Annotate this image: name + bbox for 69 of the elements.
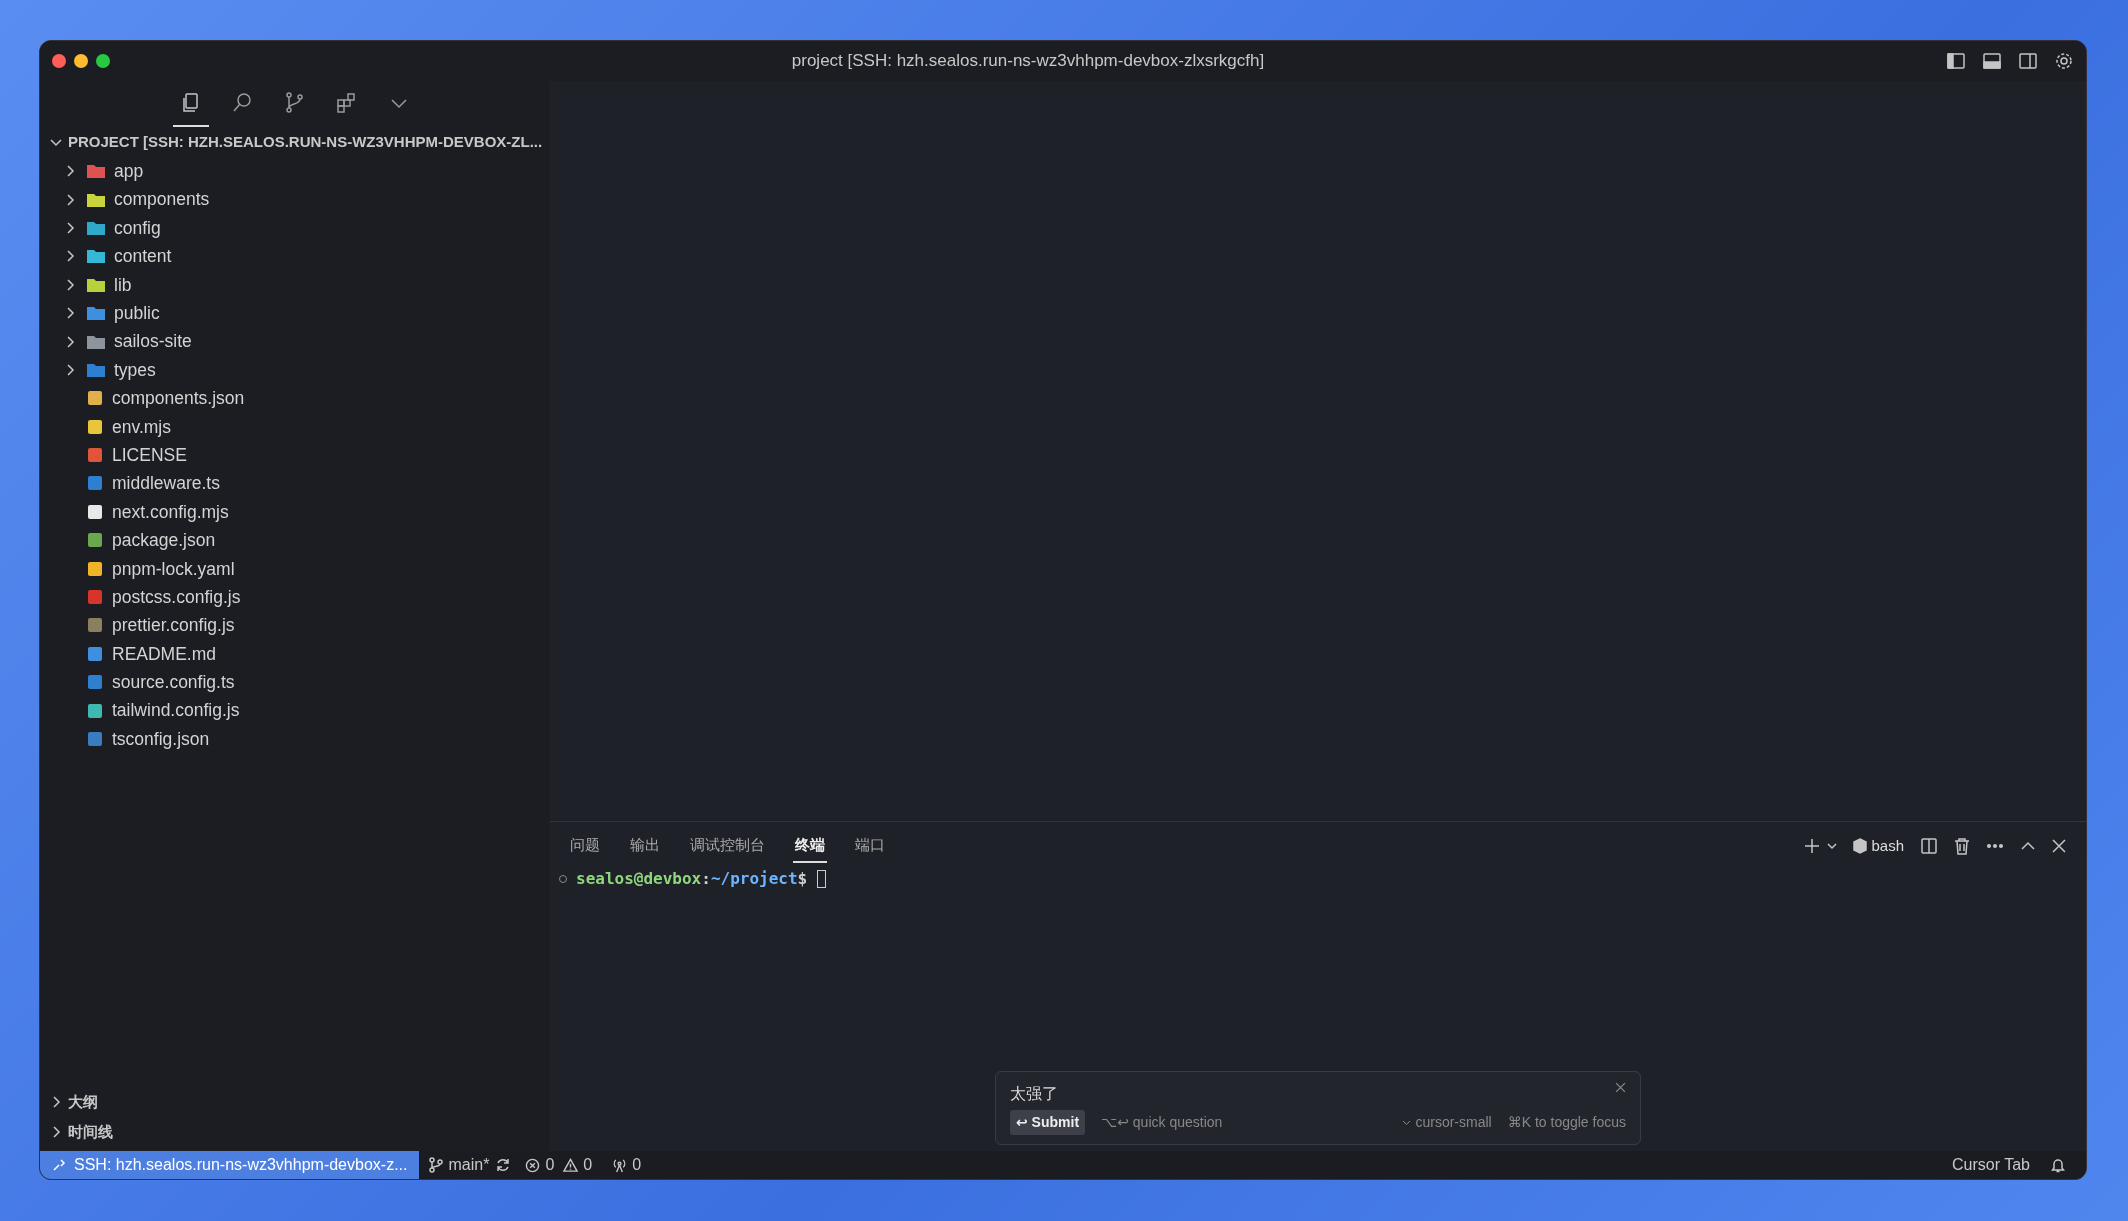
branch-icon — [429, 1157, 444, 1173]
tree-item[interactable]: middleware.ts — [40, 469, 550, 498]
tree-item[interactable]: tsconfig.json — [40, 724, 550, 754]
tree-item[interactable]: public — [40, 298, 550, 328]
chevron-down-icon[interactable] — [1402, 1119, 1412, 1126]
trash-icon[interactable] — [1954, 837, 1970, 856]
warning-icon — [563, 1157, 579, 1173]
tree-item[interactable]: lib — [40, 270, 550, 299]
tree-item[interactable]: source.config.ts — [40, 668, 550, 697]
terminal-prompt: sealos@devbox:~/project$ — [576, 867, 808, 890]
tree-item[interactable]: tailwind.config.js — [40, 696, 550, 725]
close-icon[interactable] — [2052, 839, 2066, 854]
window-title: project [SSH: hzh.sealos.run-ns-wz3vhhpm-devbox-zlxsrkgcfh] — [791, 51, 1265, 71]
zoom-window-button[interactable] — [96, 54, 110, 68]
outline-section-header[interactable]: 大纲 — [40, 1087, 550, 1117]
cursor-tab-status[interactable]: Cursor Tab — [1946, 1153, 2036, 1177]
tree-item[interactable]: types — [40, 355, 550, 385]
model-selector[interactable]: cursor-small — [1415, 1112, 1492, 1133]
plus-icon[interactable] — [1803, 837, 1822, 856]
panel-tab[interactable]: 问题 — [568, 830, 602, 863]
close-icon[interactable] — [1615, 1082, 1626, 1093]
tree-item[interactable]: env.mjs — [40, 412, 550, 441]
terminal-shell-icon — [1853, 838, 1868, 855]
prompt-input[interactable]: 太强了 — [1010, 1082, 1058, 1106]
toggle-focus-hint: ⌘K to toggle focus — [1507, 1113, 1626, 1132]
tree-item[interactable]: README.md — [40, 639, 550, 669]
close-window-button[interactable] — [52, 54, 66, 68]
error-icon — [525, 1157, 541, 1173]
panel-tab[interactable]: 调试控制台 — [688, 830, 767, 863]
tree-item[interactable]: components.json — [40, 384, 550, 413]
split-terminal-icon[interactable] — [1920, 837, 1938, 856]
ports-indicator[interactable]: 0 — [606, 1153, 648, 1177]
minimize-window-button[interactable] — [74, 54, 88, 68]
tree-item[interactable]: config — [40, 213, 550, 243]
tree-item[interactable]: sailos-site — [40, 327, 550, 356]
tree-item[interactable]: prettier.config.js — [40, 611, 550, 640]
terminal-cursor — [817, 869, 827, 888]
tree-item[interactable]: LICENSE — [40, 440, 550, 470]
submit-button[interactable]: ↩ Submit — [1010, 1110, 1086, 1135]
tree-item[interactable]: postcss.config.js — [40, 582, 550, 612]
tree-item[interactable]: package.json — [40, 526, 550, 555]
sync-icon[interactable] — [495, 1157, 512, 1173]
toggle-sidebar-icon[interactable] — [1946, 51, 1966, 71]
chevron-up-icon[interactable] — [2020, 841, 2036, 852]
section-title: PROJECT [SSH: HZH.SEALOS.RUN-NS-WZ3VHHPM-DEVBOX-ZL... — [68, 131, 543, 152]
tree-item[interactable]: app — [40, 157, 550, 186]
panel-tab[interactable]: 终端 — [793, 830, 827, 863]
toggle-panel-icon[interactable] — [1982, 51, 2002, 71]
tree-item[interactable]: next.config.mjs — [40, 497, 550, 527]
chevron-down-icon[interactable] — [1827, 842, 1838, 851]
explorer-section-header[interactable]: PROJECT [SSH: HZH.SEALOS.RUN-NS-WZ3VHHPM-DEVBOX-ZL... — [40, 127, 550, 157]
remote-indicator[interactable]: SSH: hzh.sealos.run-ns-wz3vhhpm-devbox-z... — [40, 1151, 420, 1179]
panel-tab[interactable]: 输出 — [628, 830, 662, 863]
toggle-secondary-sidebar-icon[interactable] — [2018, 51, 2038, 71]
tree-item[interactable]: pnpm-lock.yaml — [40, 554, 550, 583]
outline-section-header[interactable]: 时间线 — [40, 1117, 550, 1147]
bell-icon[interactable] — [2050, 1157, 2066, 1173]
quick-question-hint: ⌥↩ quick question — [1101, 1113, 1223, 1132]
antenna-icon — [612, 1157, 628, 1173]
circle-icon — [558, 873, 568, 884]
more-icon[interactable] — [1986, 843, 2004, 850]
branch-indicator[interactable]: main* — [423, 1153, 496, 1177]
remote-icon — [52, 1158, 66, 1172]
settings-icon[interactable] — [2054, 51, 2074, 71]
tree-item[interactable]: content — [40, 242, 550, 271]
panel-tab[interactable]: 端口 — [853, 830, 887, 863]
terminal-name[interactable]: bash — [1871, 835, 1904, 858]
problems-indicator[interactable]: 0 0 — [519, 1153, 599, 1177]
tree-item[interactable]: components — [40, 185, 550, 214]
